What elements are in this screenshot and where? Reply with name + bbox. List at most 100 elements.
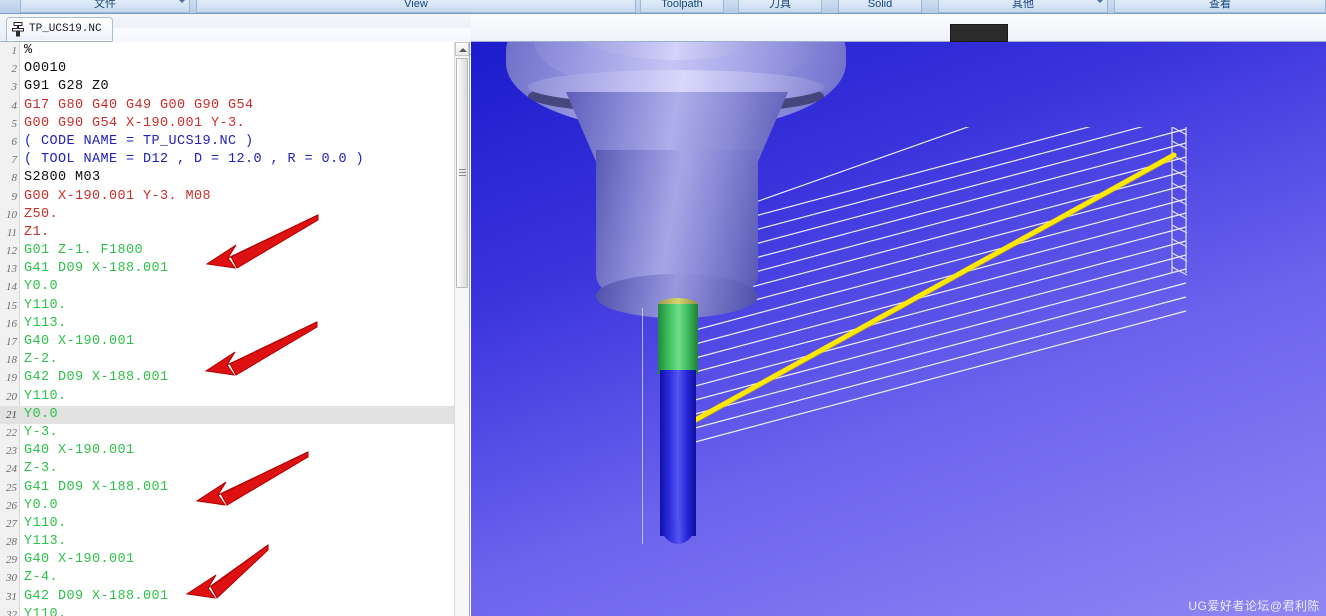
- code-line[interactable]: 26 Y0.0: [0, 497, 454, 515]
- ribbon-tab-label: 其他: [1012, 0, 1034, 10]
- code-line[interactable]: 10 Z50.: [0, 206, 454, 224]
- line-number: 4: [11, 99, 18, 112]
- code-line-text: Z-4.: [24, 570, 59, 586]
- code-line-text: S2800 M03: [24, 170, 101, 186]
- ribbon-tab-1[interactable]: View: [196, 0, 636, 13]
- code-line[interactable]: 11 Z1.: [0, 224, 454, 242]
- code-line-text: Y113.: [24, 534, 67, 550]
- editor-vertical-scrollbar[interactable]: [454, 42, 469, 616]
- line-number: 18: [6, 354, 17, 367]
- ribbon-tab-0[interactable]: 文件: [20, 0, 190, 13]
- code-line[interactable]: 18 Z-2.: [0, 351, 454, 369]
- nc-code-editor[interactable]: 1% 2 O0010 3 G91 G28 Z0 4 G17 G80 G40 G49 G00 …: [0, 42, 470, 616]
- code-line[interactable]: 2 O0010: [0, 60, 454, 78]
- ribbon-tab-label: 刀具: [769, 0, 791, 10]
- code-line-text: G40 X-190.001: [24, 443, 135, 459]
- code-line[interactable]: 15 Y110.: [0, 297, 454, 315]
- line-number: 27: [6, 517, 17, 530]
- viewport-dark-overlay-box[interactable]: [950, 24, 1008, 42]
- code-line[interactable]: 14 Y0.0: [0, 278, 454, 296]
- line-number: 11: [6, 226, 17, 239]
- line-number: 17: [6, 336, 17, 348]
- code-line-text: Y110.: [24, 297, 67, 313]
- code-line-text: Y-3.: [24, 424, 59, 440]
- code-line[interactable]: 6 ( CODE NAME = TP_UCS19.NC ): [0, 133, 454, 151]
- ribbon-tab-4[interactable]: Solid: [838, 0, 922, 13]
- code-line[interactable]: 7 ( TOOL NAME = D12 , D = 12.0 , R = 0.0 …: [0, 151, 454, 169]
- ribbon-tab-6[interactable]: 查看: [1114, 0, 1326, 13]
- code-line[interactable]: 25 G41 D09 X-188.001: [0, 479, 454, 497]
- code-line[interactable]: 17 G40 X-190.001: [0, 333, 454, 351]
- line-number: 29: [6, 554, 17, 567]
- code-line-text: %: [24, 43, 33, 58]
- line-number: 15: [6, 299, 17, 312]
- code-line[interactable]: 1%: [0, 42, 454, 60]
- code-line[interactable]: 22 Y-3.: [0, 424, 454, 442]
- cnc-tool-assembly: [506, 42, 846, 544]
- code-line-text: G42 D09 X-188.001: [24, 370, 169, 386]
- code-line[interactable]: 23 G40 X-190.001: [0, 442, 454, 460]
- ribbon-tab-label: 查看: [1209, 0, 1231, 10]
- code-line[interactable]: 19 G42 D09 X-188.001: [0, 369, 454, 387]
- code-line[interactable]: 24 Z-3.: [0, 460, 454, 478]
- code-line[interactable]: 29 G40 X-190.001: [0, 551, 454, 569]
- code-line-text: G00 X-190.001 Y-3. M08: [24, 188, 212, 204]
- line-number: 30: [6, 572, 17, 585]
- ribbon-tab-3[interactable]: 刀具: [738, 0, 822, 13]
- code-line[interactable]: 3 G91 G28 Z0: [0, 78, 454, 96]
- code-line-text: O0010: [24, 61, 67, 77]
- code-line[interactable]: 16 Y113.: [0, 315, 454, 333]
- code-line[interactable]: 8 S2800 M03: [0, 169, 454, 187]
- line-number: 2: [11, 63, 18, 76]
- code-line-text: Y0.0: [24, 497, 59, 513]
- chevron-down-icon[interactable]: [1097, 0, 1103, 3]
- code-line[interactable]: 4 G17 G80 G40 G49 G00 G90 G54: [0, 97, 454, 115]
- 3d-simulation-viewport[interactable]: UG爱好者论坛@君利陈: [471, 42, 1326, 616]
- tool-cutting-tip: [660, 522, 696, 544]
- code-line-text: ( TOOL NAME = D12 , D = 12.0 , R = 0.0 ): [24, 152, 365, 168]
- code-line[interactable]: 31 G42 D09 X-188.001: [0, 588, 454, 606]
- nc-file-icon: [12, 22, 24, 37]
- code-line-text: G41 D09 X-188.001: [24, 479, 169, 495]
- code-line[interactable]: 21 Y0.0: [0, 405, 454, 424]
- code-line[interactable]: 9 G00 X-190.001 Y-3. M08: [0, 188, 454, 206]
- line-number: 6: [11, 135, 18, 148]
- code-line[interactable]: 28 Y113.: [0, 533, 454, 551]
- line-number: 23: [6, 445, 17, 458]
- line-number: 5: [11, 117, 18, 130]
- tool-axis-guide-line: [642, 308, 643, 544]
- scroll-up-arrow-icon[interactable]: [455, 42, 469, 56]
- code-line-text: Y110.: [24, 606, 67, 616]
- code-text-area[interactable]: 1% 2 O0010 3 G91 G28 Z0 4 G17 G80 G40 G49 G00 …: [0, 42, 454, 616]
- code-line-text: Y113.: [24, 315, 67, 331]
- code-line[interactable]: 13 G41 D09 X-188.001: [0, 260, 454, 278]
- chevron-down-icon[interactable]: [179, 0, 185, 3]
- code-line-text: Z50.: [24, 206, 59, 222]
- code-line-text: G17 G80 G40 G49 G00 G90 G54: [24, 97, 254, 113]
- code-line-text: G41 D09 X-188.001: [24, 261, 169, 277]
- line-number: 12: [6, 245, 17, 258]
- code-line[interactable]: 5 G00 G90 G54 X-190.001 Y-3.: [0, 115, 454, 133]
- code-line-text: Z-2.: [24, 352, 59, 368]
- line-number: 28: [6, 536, 17, 549]
- code-line[interactable]: 20 Y110.: [0, 388, 454, 406]
- code-line-text: Y110.: [24, 388, 67, 404]
- code-line[interactable]: 12 G01 Z-1. F1800: [0, 242, 454, 260]
- code-line-text: G00 G90 G54 X-190.001 Y-3.: [24, 115, 246, 131]
- code-line[interactable]: 30 Z-4.: [0, 569, 454, 587]
- ribbon-tab-label: Toolpath: [661, 0, 703, 10]
- line-number: 20: [6, 390, 17, 403]
- ribbon-tab-strip: 文件 View Toolpath 刀具 Solid 其他 查看: [0, 0, 1326, 14]
- tool-green-collar: [658, 304, 698, 374]
- ribbon-tab-2[interactable]: Toolpath: [640, 0, 724, 13]
- line-number: 7: [11, 154, 18, 167]
- scrollbar-thumb[interactable]: [456, 58, 468, 288]
- line-number: 8: [11, 172, 18, 185]
- line-number: 14: [6, 281, 17, 294]
- code-line[interactable]: 32 Y110.: [0, 606, 454, 616]
- code-line-text: ( CODE NAME = TP_UCS19.NC ): [24, 133, 254, 149]
- document-tab-tp-ucs19-nc[interactable]: TP_UCS19.NC: [6, 17, 113, 41]
- ribbon-tab-5[interactable]: 其他: [938, 0, 1108, 13]
- code-line[interactable]: 27 Y110.: [0, 515, 454, 533]
- line-number: 24: [6, 463, 17, 476]
